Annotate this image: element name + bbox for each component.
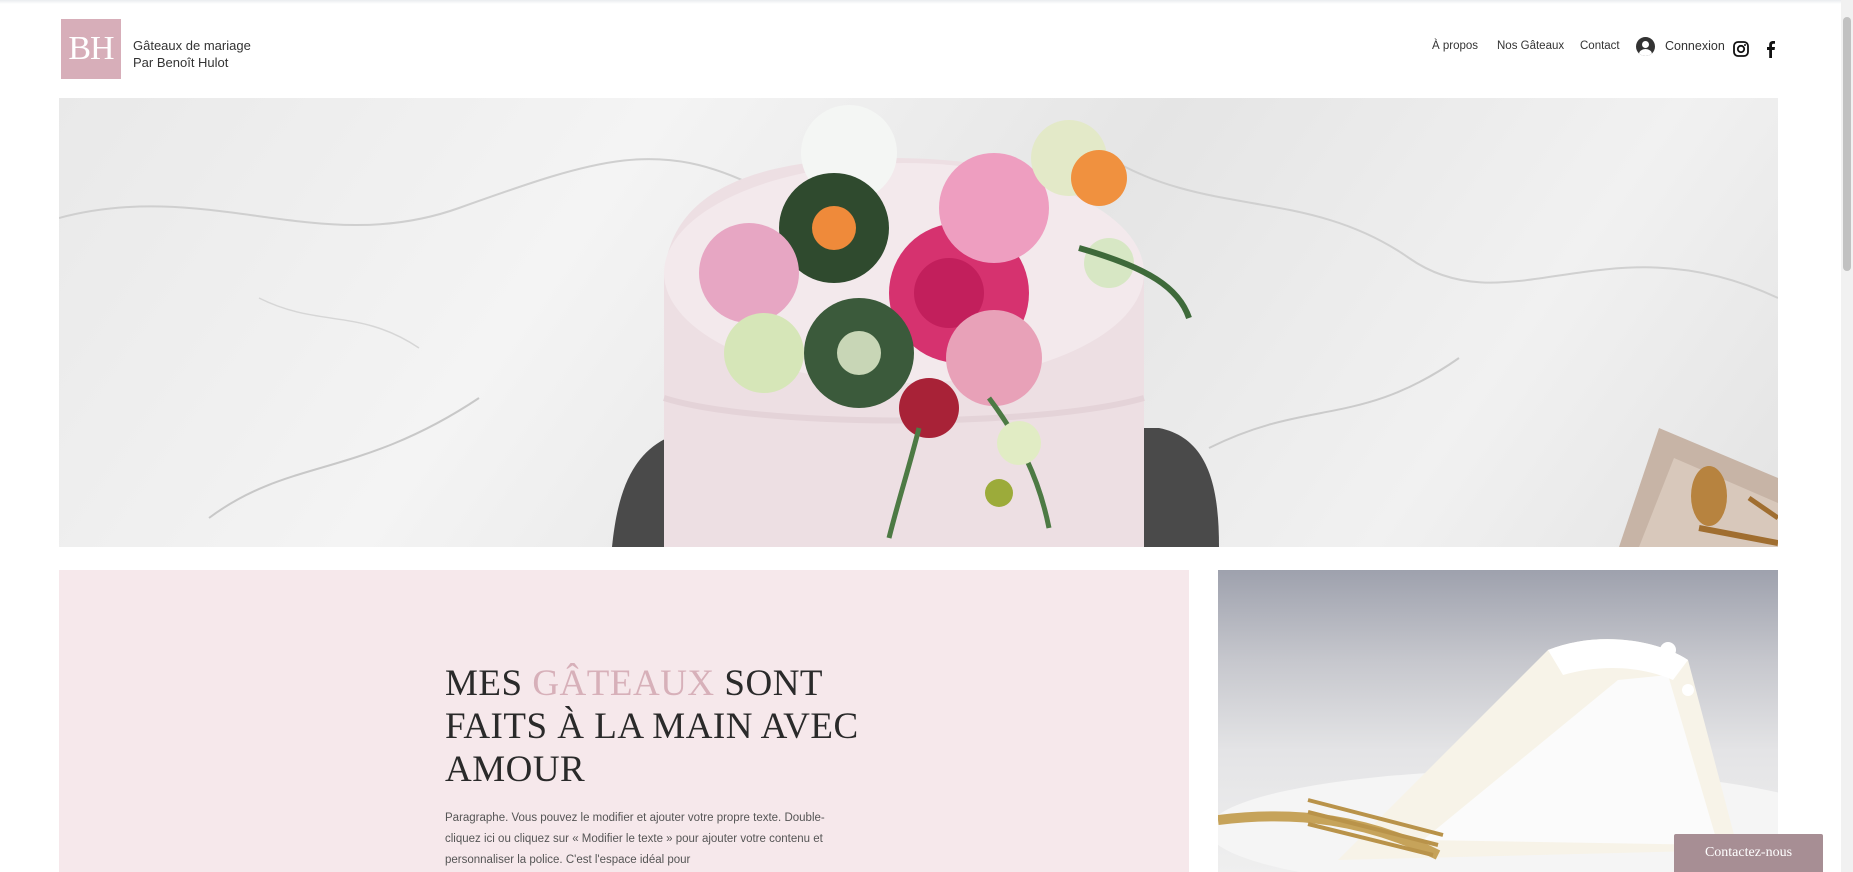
brand-line-1: Gâteaux de mariage: [133, 38, 251, 53]
cake-slice-image: [1218, 570, 1778, 872]
nav-item-contact[interactable]: Contact: [1580, 40, 1620, 52]
brand-line-2: Par Benoît Hulot: [133, 55, 229, 70]
intro-headline: MES GÂTEAUX SONT FAITS À LA MAIN AVEC AM…: [445, 662, 905, 791]
headline-part-1: MES: [445, 663, 533, 704]
contact-chat-button[interactable]: Contactez-nous: [1674, 834, 1823, 872]
top-shadow: [0, 0, 1841, 4]
logo-text: BH: [68, 30, 114, 67]
brand-name[interactable]: Gâteaux de mariage Par Benoît Hulot: [133, 37, 251, 71]
logo[interactable]: BH: [61, 19, 121, 79]
facebook-icon[interactable]: [1764, 40, 1776, 58]
instagram-icon[interactable]: [1733, 41, 1749, 57]
user-icon[interactable]: [1636, 37, 1655, 56]
scrollbar-thumb[interactable]: [1843, 17, 1851, 271]
intro-paragraph: Paragraphe. Vous pouvez le modifier et a…: [445, 812, 825, 866]
login-button[interactable]: Connexion: [1665, 39, 1725, 53]
nav-item-nos-gateaux[interactable]: Nos Gâteaux: [1497, 40, 1564, 52]
nav-item-a-propos[interactable]: À propos: [1432, 40, 1478, 52]
headline-accent: GÂTEAUX: [532, 663, 715, 704]
hero-image: [59, 98, 1778, 547]
